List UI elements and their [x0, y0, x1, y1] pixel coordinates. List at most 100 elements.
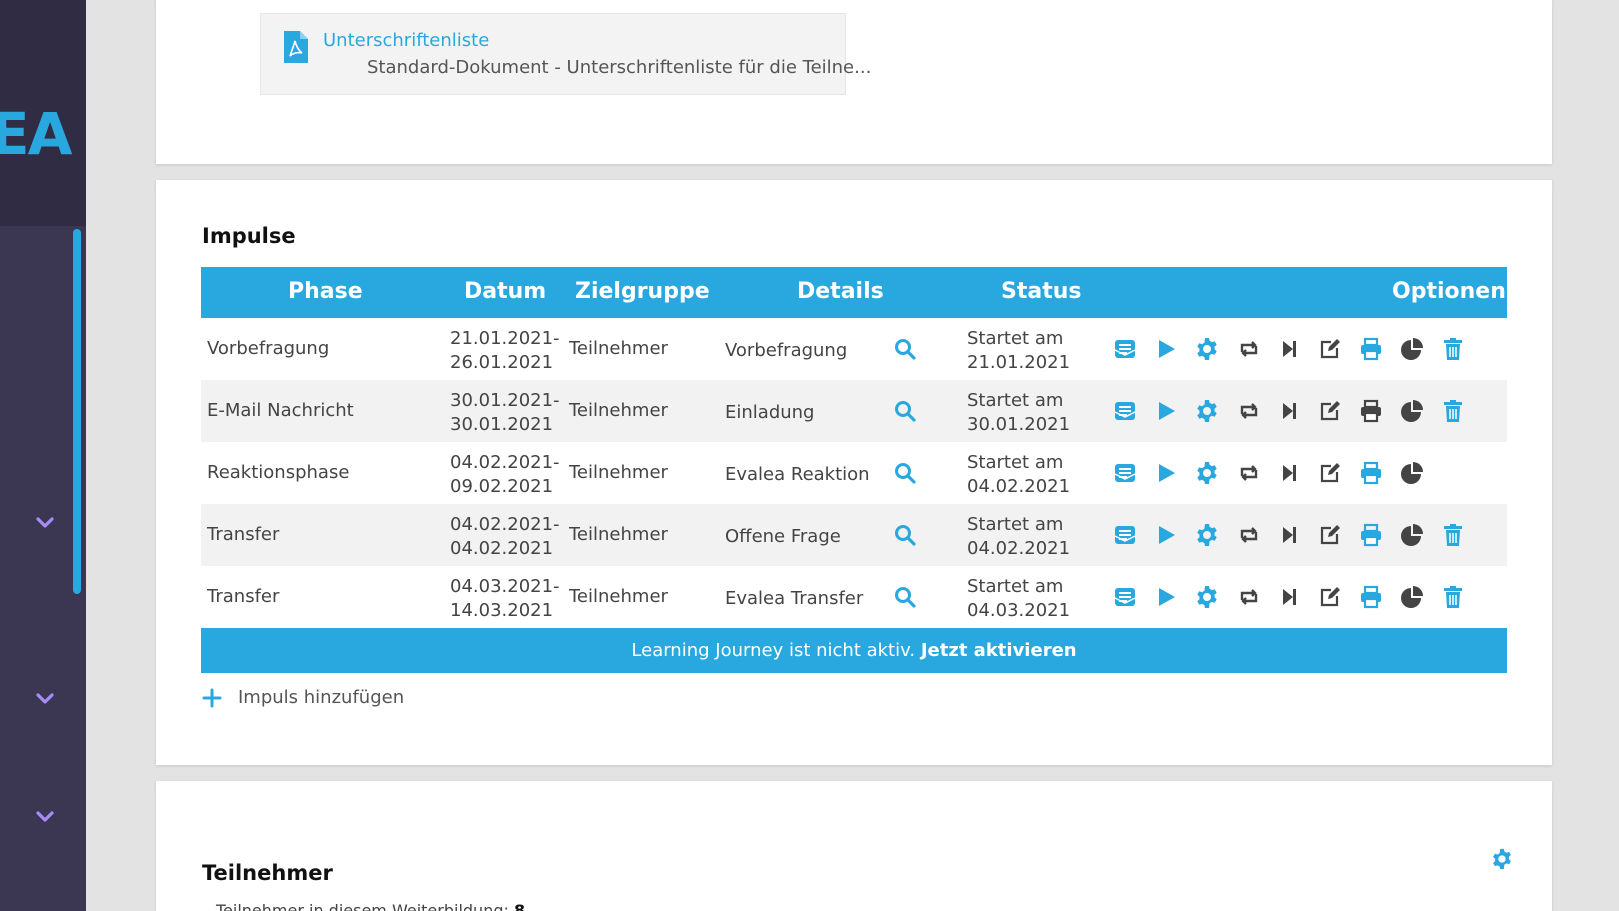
cell-phase: Reaktionsphase [207, 462, 350, 483]
date-to: 30.01.2021 [450, 414, 554, 435]
gear-icon[interactable] [1491, 848, 1513, 870]
header-optionen: Optionen [1392, 279, 1506, 304]
date-to: 09.02.2021 [450, 476, 554, 497]
repeat-icon[interactable] [1237, 523, 1261, 547]
trash-icon[interactable] [1441, 585, 1465, 609]
document-item[interactable]: Unterschriftenliste Standard-Dokument - … [260, 13, 871, 95]
skip-forward-icon[interactable] [1277, 337, 1301, 361]
skip-forward-icon[interactable] [1277, 461, 1301, 485]
repeat-icon[interactable] [1237, 461, 1261, 485]
trash-icon[interactable] [1441, 523, 1465, 547]
play-icon[interactable] [1154, 523, 1178, 547]
edit-icon[interactable] [1318, 461, 1342, 485]
cell-details: Vorbefragung [725, 340, 848, 361]
logo-area: EA [0, 0, 86, 226]
search-icon[interactable] [894, 400, 916, 422]
activation-banner: Learning Journey ist nicht aktiv. Jetzt … [201, 628, 1507, 673]
status-date: 04.02.2021 [967, 476, 1071, 497]
gear-icon[interactable] [1195, 585, 1219, 609]
chevron-down-icon[interactable] [34, 512, 56, 534]
header-details: Details [797, 279, 884, 304]
status-date: 04.03.2021 [967, 600, 1071, 621]
teilnehmer-count: Teilnehmer in diesem Weiterbildung: 8 [216, 901, 525, 911]
skip-forward-icon[interactable] [1277, 523, 1301, 547]
cell-datum: 30.01.2021- 30.01.2021 [450, 389, 560, 437]
skip-forward-icon[interactable] [1277, 399, 1301, 423]
document-title[interactable]: Unterschriftenliste [323, 30, 489, 51]
search-icon[interactable] [894, 586, 916, 608]
gear-icon[interactable] [1195, 523, 1219, 547]
teilnehmer-count-value: 8 [513, 901, 526, 911]
edit-icon[interactable] [1318, 523, 1342, 547]
search-icon[interactable] [894, 338, 916, 360]
print-icon[interactable] [1359, 523, 1383, 547]
search-icon[interactable] [894, 524, 916, 546]
cell-phase: Transfer [207, 586, 280, 607]
edit-icon[interactable] [1318, 399, 1342, 423]
play-icon[interactable] [1154, 399, 1178, 423]
skip-forward-icon[interactable] [1277, 585, 1301, 609]
cell-zielgruppe: Teilnehmer [569, 338, 668, 359]
play-icon[interactable] [1154, 585, 1178, 609]
status-date: 04.02.2021 [967, 538, 1071, 559]
gear-icon[interactable] [1195, 399, 1219, 423]
banner-text: Learning Journey ist nicht aktiv. [631, 640, 916, 661]
print-icon[interactable] [1359, 399, 1383, 423]
teilnehmer-count-label: Teilnehmer in diesem Weiterbildung: [216, 901, 509, 911]
print-icon[interactable] [1359, 461, 1383, 485]
gear-icon[interactable] [1195, 337, 1219, 361]
chevron-down-icon[interactable] [34, 688, 56, 710]
repeat-icon[interactable] [1237, 337, 1261, 361]
status-label: Startet am [967, 390, 1064, 411]
cell-status: Startet am 21.01.2021 [967, 327, 1070, 375]
pie-chart-icon[interactable] [1400, 337, 1424, 361]
cell-zielgruppe: Teilnehmer [569, 462, 668, 483]
cell-phase: E-Mail Nachricht [207, 400, 354, 421]
edit-icon[interactable] [1318, 337, 1342, 361]
status-date: 21.01.2021 [967, 352, 1071, 373]
table-header: Phase Datum Zielgruppe Details Status Op… [201, 267, 1507, 318]
teilnehmer-card: Teilnehmer Teilnehmer in diesem Weiterbi… [156, 781, 1552, 911]
activate-link[interactable]: Jetzt aktivieren [921, 640, 1077, 661]
app-logo[interactable]: EA [0, 100, 73, 168]
chevron-down-icon[interactable] [34, 806, 56, 828]
gear-icon[interactable] [1195, 461, 1219, 485]
date-from: 21.01.2021- [450, 328, 560, 349]
cell-datum: 04.02.2021- 04.02.2021 [450, 513, 560, 561]
sidebar-scrollbar[interactable] [73, 229, 81, 594]
search-icon[interactable] [894, 462, 916, 484]
document-subtitle: Standard-Dokument - Unterschriftenliste … [367, 57, 872, 78]
trash-icon[interactable] [1441, 337, 1465, 361]
print-icon[interactable] [1359, 585, 1383, 609]
mail-icon[interactable] [1113, 461, 1137, 485]
table-row: Vorbefragung 21.01.2021- 26.01.2021 Teil… [201, 318, 1507, 380]
cell-details: Einladung [725, 402, 815, 423]
repeat-icon[interactable] [1237, 585, 1261, 609]
mail-icon[interactable] [1113, 337, 1137, 361]
header-status: Status [1001, 279, 1082, 304]
pdf-file-icon [284, 31, 308, 63]
mail-icon[interactable] [1113, 585, 1137, 609]
header-phase: Phase [288, 279, 363, 304]
play-icon[interactable] [1154, 461, 1178, 485]
cell-datum: 04.03.2021- 14.03.2021 [450, 575, 560, 623]
cell-phase: Vorbefragung [207, 338, 330, 359]
cell-status: Startet am 30.01.2021 [967, 389, 1070, 437]
date-to: 04.02.2021 [450, 538, 554, 559]
mail-icon[interactable] [1113, 523, 1137, 547]
cell-status: Startet am 04.02.2021 [967, 513, 1070, 561]
pie-chart-icon[interactable] [1400, 461, 1424, 485]
edit-icon[interactable] [1318, 585, 1342, 609]
impulse-table: Phase Datum Zielgruppe Details Status Op… [201, 267, 1507, 673]
play-icon[interactable] [1154, 337, 1178, 361]
cell-phase: Transfer [207, 524, 280, 545]
pie-chart-icon[interactable] [1400, 399, 1424, 423]
trash-icon[interactable] [1441, 399, 1465, 423]
print-icon[interactable] [1359, 337, 1383, 361]
repeat-icon[interactable] [1237, 399, 1261, 423]
pie-chart-icon[interactable] [1400, 585, 1424, 609]
pie-chart-icon[interactable] [1400, 523, 1424, 547]
cell-details: Evalea Reaktion [725, 464, 870, 485]
impulse-card: Impulse Phase Datum Zielgruppe Details S… [156, 180, 1552, 765]
mail-icon[interactable] [1113, 399, 1137, 423]
